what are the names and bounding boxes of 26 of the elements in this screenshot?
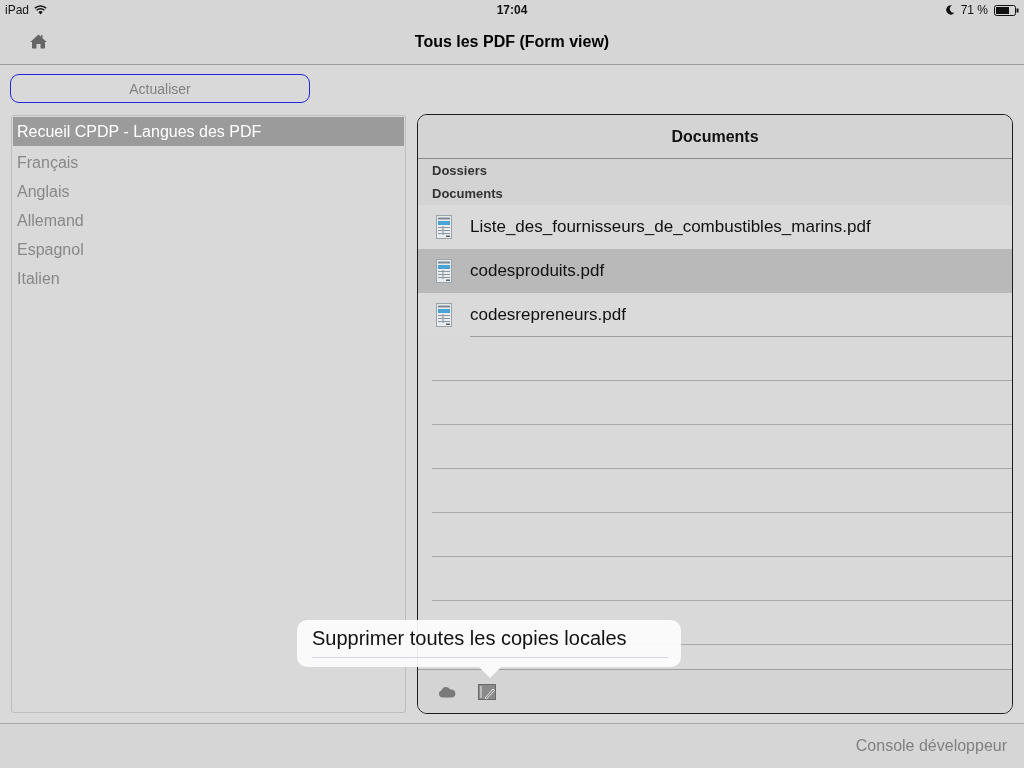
wifi-icon (34, 5, 48, 15)
clock-label: 17:04 (496, 3, 528, 17)
section-header: Documents (418, 182, 1012, 205)
file-row[interactable]: codesproduits.pdf (418, 249, 1012, 293)
menu-item[interactable]: Supprimer toutes les copies locales (312, 620, 668, 658)
list-item[interactable]: Français (13, 148, 404, 177)
panel-title: Documents (418, 115, 1012, 159)
list-item[interactable]: Recueil CPDP - Langues des PDF (13, 117, 404, 146)
refresh-button[interactable]: Actualiser (10, 74, 310, 103)
document-icon (436, 215, 452, 239)
cloud-icon[interactable] (438, 685, 456, 698)
device-label: iPad (5, 3, 30, 17)
list-item[interactable]: Espagnol (13, 235, 404, 264)
list-item[interactable]: Italien (13, 264, 404, 293)
home-icon[interactable] (30, 34, 47, 49)
section-header: Dossiers (418, 159, 1012, 182)
document-icon (436, 259, 452, 283)
pencil-square-icon[interactable] (478, 683, 496, 700)
screen-title: Tous les PDF (Form view) (414, 33, 610, 51)
list-item[interactable]: Anglais (13, 177, 404, 206)
moon-icon (945, 5, 955, 15)
console-link[interactable]: Console développeur (855, 737, 1007, 755)
document-icon (436, 303, 452, 327)
battery-icon (994, 4, 1019, 16)
list-item[interactable]: Allemand (13, 206, 404, 235)
battery-percent: 71 % (960, 3, 988, 17)
